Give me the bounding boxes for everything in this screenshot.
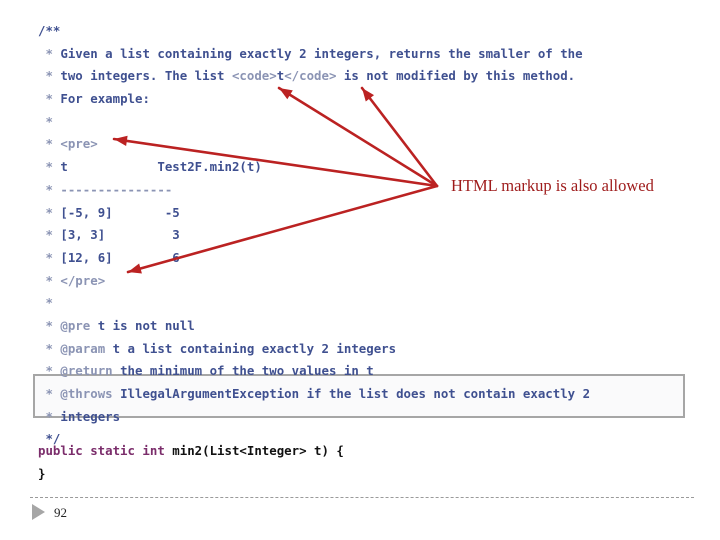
line-two-seg: <code> bbox=[231, 68, 277, 84]
java-method-signature: public static int min2(List<Integer> t) … bbox=[38, 440, 344, 485]
line-tbl-head-seg: t Test2F.min2(t) bbox=[60, 159, 262, 175]
line-pre-tag-seg: @pre bbox=[60, 317, 91, 333]
line-tbl-r3: * [12, 6] 6 bbox=[38, 247, 698, 270]
line-param-seg: * bbox=[38, 340, 61, 356]
javadoc-comment-block: /** * Given a list containing exactly 2 … bbox=[38, 20, 698, 451]
line-throws-seg: IllegalArgumentException if the list doe… bbox=[112, 386, 591, 401]
line-tbl-rule-seg: * bbox=[38, 181, 61, 197]
line-return-seg: the minimum of the two values in t bbox=[112, 363, 374, 379]
annotation-label: HTML markup is also allowed bbox=[451, 176, 654, 195]
line-integers-seg: integers bbox=[60, 408, 121, 424]
line-blank-2-seg: * bbox=[38, 295, 53, 311]
line-pre-open: * <pre> bbox=[38, 133, 698, 156]
line-pre-open-seg: * bbox=[38, 136, 61, 152]
line-pre-close-seg: * bbox=[38, 272, 61, 288]
line-given: * Given a list containing exactly 2 inte… bbox=[38, 43, 698, 66]
line-blank-1: * bbox=[38, 111, 698, 134]
line-return-seg: * bbox=[38, 363, 61, 379]
line-given-seg: * bbox=[38, 45, 61, 61]
line-tbl-r2-seg: [3, 3] 3 bbox=[60, 227, 180, 243]
line-tbl-r1-seg: [-5, 9] -5 bbox=[60, 204, 180, 220]
line-return: * @return the minimum of the two values … bbox=[38, 360, 698, 383]
slide-canvas: /** * Given a list containing exactly 2 … bbox=[0, 0, 720, 540]
footer-divider bbox=[30, 497, 694, 498]
line-param-seg: @param bbox=[60, 340, 106, 356]
line-pre-close-seg: </pre> bbox=[60, 272, 106, 288]
line-two-seg: is not modified by this method. bbox=[336, 68, 576, 84]
line-tbl-r2-seg: * bbox=[38, 227, 61, 243]
line-integers-seg: * bbox=[38, 408, 61, 424]
line-two-seg: two integers. The list bbox=[60, 68, 232, 84]
line-blank-1-seg: * bbox=[38, 113, 53, 129]
line-pre-tag-seg: t is not null bbox=[90, 317, 195, 333]
line-tbl-rule-seg: --------------- bbox=[60, 181, 173, 197]
line-integers: * integers bbox=[38, 406, 698, 429]
line-two-seg: * bbox=[38, 68, 61, 84]
sig-method-seg: min2(List<Integer> t) { bbox=[164, 443, 344, 458]
line-two-seg: </code> bbox=[284, 68, 337, 84]
line-pre-tag-seg: * bbox=[38, 317, 61, 333]
line-pre-close: * </pre> bbox=[38, 270, 698, 293]
line-forex: * For example: bbox=[38, 88, 698, 111]
line-open-seg: /** bbox=[38, 23, 61, 38]
line-tbl-r2: * [3, 3] 3 bbox=[38, 224, 698, 247]
line-throws: * @throws IllegalArgumentException if th… bbox=[38, 383, 698, 406]
sig-close-seg: } bbox=[38, 465, 46, 481]
line-return-seg: @return bbox=[60, 363, 113, 379]
sig-method-seg: public static int bbox=[38, 443, 165, 458]
line-throws-seg: * bbox=[38, 386, 61, 401]
line-pre-tag: * @pre t is not null bbox=[38, 315, 698, 338]
line-forex-seg: For example: bbox=[60, 91, 150, 107]
line-param: * @param t a list containing exactly 2 i… bbox=[38, 338, 698, 361]
line-two: * two integers. The list <code>t</code> … bbox=[38, 65, 698, 88]
line-blank-2: * bbox=[38, 292, 698, 315]
line-pre-open-seg: <pre> bbox=[60, 136, 98, 152]
sig-method: public static int min2(List<Integer> t) … bbox=[38, 440, 344, 463]
line-forex-seg: * bbox=[38, 91, 61, 107]
line-tbl-r1-seg: * bbox=[38, 204, 61, 220]
sig-close: } bbox=[38, 463, 344, 486]
line-throws-seg: @throws bbox=[60, 386, 113, 401]
line-tbl-r3-seg: [12, 6] 6 bbox=[60, 249, 180, 265]
line-open: /** bbox=[38, 20, 698, 43]
line-tbl-r3-seg: * bbox=[38, 249, 61, 265]
line-tbl-r1: * [-5, 9] -5 bbox=[38, 202, 698, 225]
footer-triangle-icon bbox=[32, 504, 45, 520]
line-param-seg: t a list containing exactly 2 integers bbox=[105, 340, 397, 356]
line-tbl-head-seg: * bbox=[38, 159, 61, 175]
page-number: 92 bbox=[54, 505, 67, 520]
line-given-seg: Given a list containing exactly 2 intege… bbox=[60, 45, 583, 61]
